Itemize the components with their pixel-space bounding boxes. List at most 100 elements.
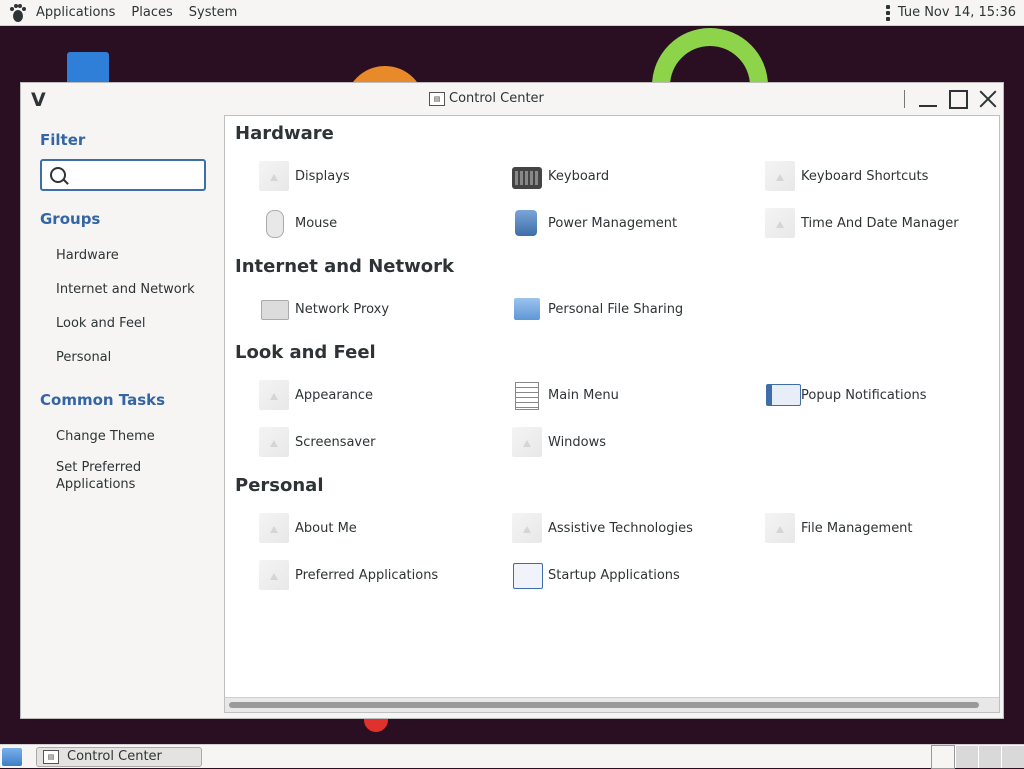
search-icon xyxy=(50,167,66,183)
control-center-icon: ▤ xyxy=(429,91,445,106)
maximize-button[interactable] xyxy=(947,88,969,110)
close-button[interactable] xyxy=(977,88,999,110)
section-title-internet-network: Internet and Network xyxy=(235,256,454,277)
item-label: Main Menu xyxy=(548,387,619,403)
workspace-1[interactable] xyxy=(931,744,955,769)
group-link-personal[interactable]: Personal xyxy=(56,349,216,366)
item-label: Appearance xyxy=(295,387,374,403)
group-link-look-feel[interactable]: Look and Feel xyxy=(56,315,216,332)
filter-heading: Filter xyxy=(40,131,86,149)
item-displays[interactable]: Displays xyxy=(259,160,350,192)
show-desktop-icon[interactable] xyxy=(2,747,22,766)
scrollbar-thumb[interactable] xyxy=(229,702,979,708)
divider xyxy=(904,90,905,108)
time-date-icon xyxy=(765,208,795,238)
item-preferred-applications[interactable]: Preferred Applications xyxy=(259,559,438,591)
task-link-change-theme[interactable]: Change Theme xyxy=(56,428,216,445)
startup-applications-icon xyxy=(512,560,543,590)
screensaver-icon xyxy=(259,427,289,457)
group-link-hardware[interactable]: Hardware xyxy=(56,247,216,264)
title-bar[interactable]: V ▤ Control Center xyxy=(21,83,1003,115)
menu-system[interactable]: System xyxy=(181,0,245,26)
item-label: File Management xyxy=(801,520,913,536)
taskbar-label: Control Center xyxy=(67,749,162,764)
item-keyboard[interactable]: Keyboard xyxy=(512,160,609,192)
workspace-2[interactable] xyxy=(955,745,978,768)
item-personal-file-sharing[interactable]: Personal File Sharing xyxy=(512,293,683,325)
panel-handle-icon[interactable] xyxy=(885,4,890,21)
item-appearance[interactable]: Appearance xyxy=(259,379,373,411)
windows-icon xyxy=(512,427,542,457)
item-label: Time And Date Manager xyxy=(801,215,959,231)
groups-heading: Groups xyxy=(40,210,101,228)
item-label: Keyboard Shortcuts xyxy=(801,168,929,184)
group-link-internet-network[interactable]: Internet and Network xyxy=(56,281,216,298)
section-title-look-feel: Look and Feel xyxy=(235,342,376,363)
gnome-foot-icon[interactable] xyxy=(8,3,28,23)
item-label: Startup Applications xyxy=(548,567,680,583)
workspace-switcher xyxy=(931,744,1024,769)
bottom-panel: ▤ Control Center xyxy=(0,744,1024,769)
window-menu-icon[interactable]: V xyxy=(31,89,46,111)
item-label: Windows xyxy=(548,434,607,450)
task-link-preferred-applications[interactable]: Set Preferred Applications xyxy=(56,459,166,493)
item-time-date[interactable]: Time And Date Manager xyxy=(765,207,959,239)
control-center-window: V ▤ Control Center Filter Groups Hardwar… xyxy=(20,82,1004,719)
item-label: Power Management xyxy=(548,215,678,231)
item-power-management[interactable]: Power Management xyxy=(512,207,677,239)
sidebar: Filter Groups Hardware Internet and Netw… xyxy=(21,115,223,718)
item-file-management[interactable]: File Management xyxy=(765,512,913,544)
item-label: Keyboard xyxy=(548,168,610,184)
item-main-menu[interactable]: Main Menu xyxy=(512,379,619,411)
item-label: Network Proxy xyxy=(295,301,390,317)
item-label: Preferred Applications xyxy=(295,567,439,583)
item-label: About Me xyxy=(295,520,357,536)
network-proxy-icon xyxy=(259,294,289,324)
content-pane: Hardware Displays Keyboard Keyboard Shor… xyxy=(224,115,1000,713)
preferred-applications-icon xyxy=(259,560,289,590)
taskbar-button-control-center[interactable]: ▤ Control Center xyxy=(36,746,202,767)
workspace-4[interactable] xyxy=(1001,745,1024,768)
horizontal-scrollbar[interactable] xyxy=(225,697,999,712)
item-mouse[interactable]: Mouse xyxy=(259,207,337,239)
item-network-proxy[interactable]: Network Proxy xyxy=(259,293,389,325)
item-windows[interactable]: Windows xyxy=(512,426,606,458)
item-popup-notifications[interactable]: Popup Notifications xyxy=(765,379,927,411)
menu-applications[interactable]: Applications xyxy=(28,0,123,26)
displays-icon xyxy=(259,161,289,191)
section-title-personal: Personal xyxy=(235,475,324,496)
item-label: Displays xyxy=(295,168,350,184)
assistive-technologies-icon xyxy=(512,513,542,543)
control-center-icon: ▤ xyxy=(43,749,59,764)
top-panel: Applications Places System Tue Nov 14, 1… xyxy=(0,0,1024,26)
mouse-icon xyxy=(259,208,289,238)
appearance-icon xyxy=(259,380,289,410)
about-me-icon xyxy=(259,513,289,543)
section-title-hardware: Hardware xyxy=(235,123,334,144)
clock[interactable]: Tue Nov 14, 15:36 xyxy=(898,5,1016,20)
item-label: Popup Notifications xyxy=(801,387,927,403)
file-management-icon xyxy=(765,513,795,543)
popup-notifications-icon xyxy=(765,380,801,410)
menu-places[interactable]: Places xyxy=(123,0,180,26)
item-screensaver[interactable]: Screensaver xyxy=(259,426,375,458)
folder-share-icon xyxy=(512,294,542,324)
item-label: Personal File Sharing xyxy=(548,301,684,317)
desktop-folder-icon[interactable] xyxy=(67,52,109,86)
keyboard-shortcuts-icon xyxy=(765,161,795,191)
search-input[interactable] xyxy=(40,159,206,191)
main-menu-icon xyxy=(512,380,542,410)
item-startup-applications[interactable]: Startup Applications xyxy=(512,559,680,591)
item-about-me[interactable]: About Me xyxy=(259,512,357,544)
item-label: Mouse xyxy=(295,215,338,231)
item-keyboard-shortcuts[interactable]: Keyboard Shortcuts xyxy=(765,160,928,192)
item-assistive-technologies[interactable]: Assistive Technologies xyxy=(512,512,693,544)
window-title: Control Center xyxy=(449,91,544,106)
item-label: Screensaver xyxy=(295,434,376,450)
keyboard-icon xyxy=(512,167,542,189)
power-management-icon xyxy=(512,208,542,238)
common-tasks-heading: Common Tasks xyxy=(40,391,166,409)
minimize-button[interactable] xyxy=(917,88,939,110)
workspace-3[interactable] xyxy=(978,745,1001,768)
item-label: Assistive Technologies xyxy=(548,520,693,536)
